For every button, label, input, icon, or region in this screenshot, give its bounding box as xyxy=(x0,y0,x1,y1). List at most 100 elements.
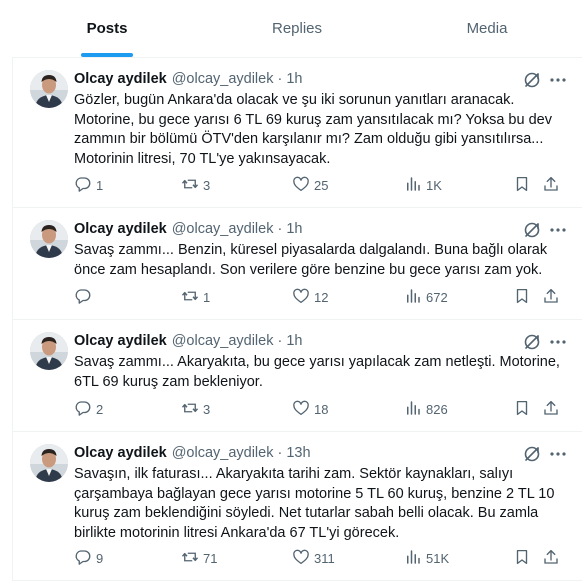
views-button[interactable]: 1K xyxy=(404,175,442,196)
post[interactable]: Olcay aydilek @olcay_aydilek · 1h Savaş … xyxy=(13,208,582,320)
post-actions: 1 12 672 xyxy=(74,287,560,307)
bookmark-button[interactable] xyxy=(513,548,531,569)
active-tab-indicator xyxy=(81,53,133,57)
grok-icon[interactable] xyxy=(522,70,542,90)
repost-icon xyxy=(181,399,199,420)
separator-dot: · xyxy=(277,445,283,461)
bookmark-button[interactable] xyxy=(513,399,531,420)
repost-icon xyxy=(181,287,199,308)
heart-icon xyxy=(292,175,310,196)
tab-posts-label: Posts xyxy=(86,20,128,37)
avatar[interactable] xyxy=(30,70,68,108)
post[interactable]: Olcay aydilek @olcay_aydilek · 1h Gözler… xyxy=(13,58,582,208)
author-name[interactable]: Olcay aydilek xyxy=(74,333,167,349)
repost-button[interactable]: 1 xyxy=(181,287,210,308)
author-handle[interactable]: @olcay_aydilek xyxy=(172,445,274,461)
author-name[interactable]: Olcay aydilek xyxy=(74,445,167,461)
analytics-icon xyxy=(404,548,422,569)
tab-media-label: Media xyxy=(466,20,508,37)
author-name[interactable]: Olcay aydilek xyxy=(74,221,167,237)
reply-button[interactable]: 2 xyxy=(74,399,103,420)
views-count: 672 xyxy=(426,290,448,305)
repost-button[interactable]: 71 xyxy=(181,548,217,569)
more-options-icon[interactable] xyxy=(548,332,568,352)
tab-media[interactable]: Media xyxy=(392,0,582,57)
like-button[interactable]: 18 xyxy=(292,399,328,420)
post-text: Savaş zammı... Benzin, küresel piyasalar… xyxy=(74,242,548,278)
like-count: 25 xyxy=(314,178,329,193)
profile-tabs: Posts Replies Media xyxy=(12,0,582,58)
grok-icon[interactable] xyxy=(522,444,542,464)
author-name[interactable]: Olcay aydilek xyxy=(74,71,167,87)
bookmark-icon xyxy=(513,399,531,420)
avatar[interactable] xyxy=(30,444,68,482)
grok-icon[interactable] xyxy=(522,220,542,240)
post-actions: 1 3 25 1K xyxy=(74,175,560,195)
repost-button[interactable]: 3 xyxy=(181,175,210,196)
reply-button[interactable] xyxy=(74,287,96,308)
analytics-icon xyxy=(404,399,422,420)
bookmark-icon xyxy=(513,548,531,569)
bookmark-button[interactable] xyxy=(513,175,531,196)
separator-dot: · xyxy=(277,333,283,349)
views-button[interactable]: 826 xyxy=(404,399,448,420)
post[interactable]: Olcay aydilek @olcay_aydilek · 13h Savaş… xyxy=(13,432,582,581)
like-count: 12 xyxy=(314,290,329,305)
post-header: Olcay aydilek @olcay_aydilek · 1h xyxy=(74,332,302,350)
separator-dot: · xyxy=(277,221,283,237)
author-handle[interactable]: @olcay_aydilek xyxy=(172,71,274,87)
views-button[interactable]: 51K xyxy=(404,548,449,569)
views-button[interactable]: 672 xyxy=(404,287,448,308)
reply-count: 1 xyxy=(96,178,104,193)
author-handle[interactable]: @olcay_aydilek xyxy=(172,221,274,237)
reply-button[interactable]: 1 xyxy=(74,175,103,196)
post-header: Olcay aydilek @olcay_aydilek · 1h xyxy=(74,70,302,88)
tab-posts[interactable]: Posts xyxy=(12,0,202,57)
like-count: 311 xyxy=(314,551,335,566)
repost-count: 3 xyxy=(203,178,211,193)
post-actions: 2 3 18 826 xyxy=(74,399,560,419)
like-count: 18 xyxy=(314,402,329,417)
share-button[interactable] xyxy=(542,548,560,569)
repost-icon xyxy=(181,175,199,196)
reply-icon xyxy=(74,399,92,420)
like-button[interactable]: 12 xyxy=(292,287,328,308)
analytics-icon xyxy=(404,175,422,196)
post-time[interactable]: 13h xyxy=(286,445,310,461)
heart-icon xyxy=(292,287,310,308)
avatar[interactable] xyxy=(30,332,68,370)
share-button[interactable] xyxy=(542,287,560,308)
reply-count: 9 xyxy=(96,551,104,566)
repost-count: 3 xyxy=(203,402,211,417)
reply-icon xyxy=(74,548,92,569)
share-button[interactable] xyxy=(542,175,560,196)
separator-dot: · xyxy=(277,71,283,87)
repost-button[interactable]: 3 xyxy=(181,399,210,420)
share-icon xyxy=(542,399,560,420)
post[interactable]: Olcay aydilek @olcay_aydilek · 1h Savaş … xyxy=(13,320,582,432)
share-icon xyxy=(542,287,560,308)
like-button[interactable]: 25 xyxy=(292,175,328,196)
views-count: 826 xyxy=(426,402,448,417)
share-icon xyxy=(542,175,560,196)
share-button[interactable] xyxy=(542,399,560,420)
tab-replies[interactable]: Replies xyxy=(202,0,392,57)
reply-count: 2 xyxy=(96,402,104,417)
more-options-icon[interactable] xyxy=(548,220,568,240)
avatar[interactable] xyxy=(30,220,68,258)
post-time[interactable]: 1h xyxy=(286,221,302,237)
post-time[interactable]: 1h xyxy=(286,71,302,87)
grok-icon[interactable] xyxy=(522,332,542,352)
heart-icon xyxy=(292,399,310,420)
bookmark-button[interactable] xyxy=(513,287,531,308)
post-time[interactable]: 1h xyxy=(286,333,302,349)
more-options-icon[interactable] xyxy=(548,70,568,90)
more-options-icon[interactable] xyxy=(548,444,568,464)
author-handle[interactable]: @olcay_aydilek xyxy=(172,333,274,349)
heart-icon xyxy=(292,548,310,569)
repost-count: 71 xyxy=(203,551,218,566)
analytics-icon xyxy=(404,287,422,308)
like-button[interactable]: 311 xyxy=(292,548,335,569)
post-text: Savaş zammı... Akaryakıta, bu gece yarıs… xyxy=(74,354,560,390)
reply-button[interactable]: 9 xyxy=(74,548,103,569)
